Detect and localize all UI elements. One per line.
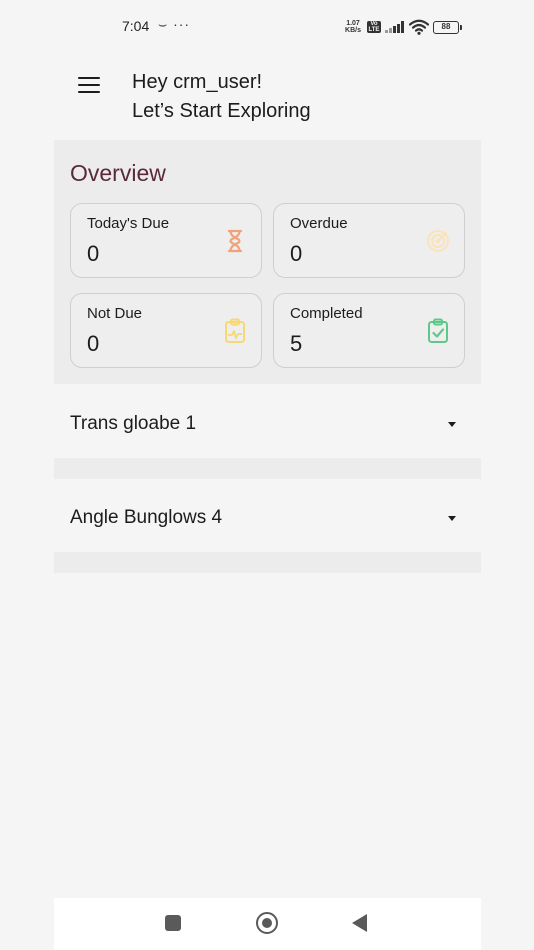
overview-panel: Overview Today's Due 0 Overdue 0 Not Due… <box>54 140 481 384</box>
hourglass-icon <box>227 229 243 253</box>
back-icon[interactable] <box>352 914 367 932</box>
system-navigation-bar <box>54 898 481 950</box>
stat-label: Completed <box>290 305 363 322</box>
app-screen: 7:04 ⌣ ··· 1.07 KB/s Vo LTE 88 Hey crm_u… <box>0 0 534 950</box>
not-due-card[interactable]: Not Due 0 <box>70 293 262 368</box>
stat-value: 0 <box>87 241 100 266</box>
overdue-card[interactable]: Overdue 0 <box>273 203 465 278</box>
stat-value: 5 <box>290 331 303 356</box>
project-dropdown-angle-bunglows[interactable]: Angle Bunglows 4 <box>54 487 481 553</box>
greeting-subtitle: Let’s Start Exploring <box>132 100 311 122</box>
stat-value: 0 <box>290 241 303 266</box>
status-time: 7:04 <box>122 18 150 34</box>
caret-down-icon[interactable] <box>448 422 456 427</box>
status-indicators: 1.07 KB/s Vo LTE 88 <box>343 17 462 37</box>
hamburger-menu-icon[interactable] <box>77 76 101 94</box>
clipboard-check-icon <box>428 318 448 343</box>
target-icon <box>427 230 449 252</box>
section-divider <box>54 458 481 479</box>
signal-icon <box>385 21 405 33</box>
caret-down-icon[interactable] <box>448 516 456 521</box>
home-icon[interactable] <box>256 912 278 934</box>
completed-card[interactable]: Completed 5 <box>273 293 465 368</box>
network-speed: 1.07 KB/s <box>343 20 363 34</box>
network-speed-value: 1.07 <box>346 20 360 27</box>
project-name: Angle Bunglows 4 <box>70 507 223 528</box>
recent-apps-icon[interactable] <box>165 915 181 931</box>
battery-icon: 88 <box>433 20 462 34</box>
clipboard-pulse-icon <box>225 318 245 343</box>
project-dropdown-trans-gloabe[interactable]: Trans gloabe 1 <box>54 393 481 459</box>
stat-label: Not Due <box>87 305 143 322</box>
greeting: Hey crm_user! Let’s Start Exploring <box>132 68 311 126</box>
stat-label: Today's Due <box>87 215 170 232</box>
greeting-title: Hey crm_user! <box>132 71 263 93</box>
overview-title: Overview <box>70 160 166 186</box>
status-notification-dots: ⌣ ··· <box>158 16 191 32</box>
status-bar: 7:04 ⌣ ··· 1.07 KB/s Vo LTE 88 <box>0 0 534 52</box>
stat-value: 0 <box>87 331 100 356</box>
section-divider <box>54 552 481 573</box>
todays-due-card[interactable]: Today's Due 0 <box>70 203 262 278</box>
stat-label: Overdue <box>290 215 348 232</box>
network-speed-unit: KB/s <box>345 27 361 34</box>
project-name: Trans gloabe 1 <box>70 413 197 434</box>
volte-icon: Vo LTE <box>367 21 381 33</box>
wifi-icon <box>409 19 429 35</box>
